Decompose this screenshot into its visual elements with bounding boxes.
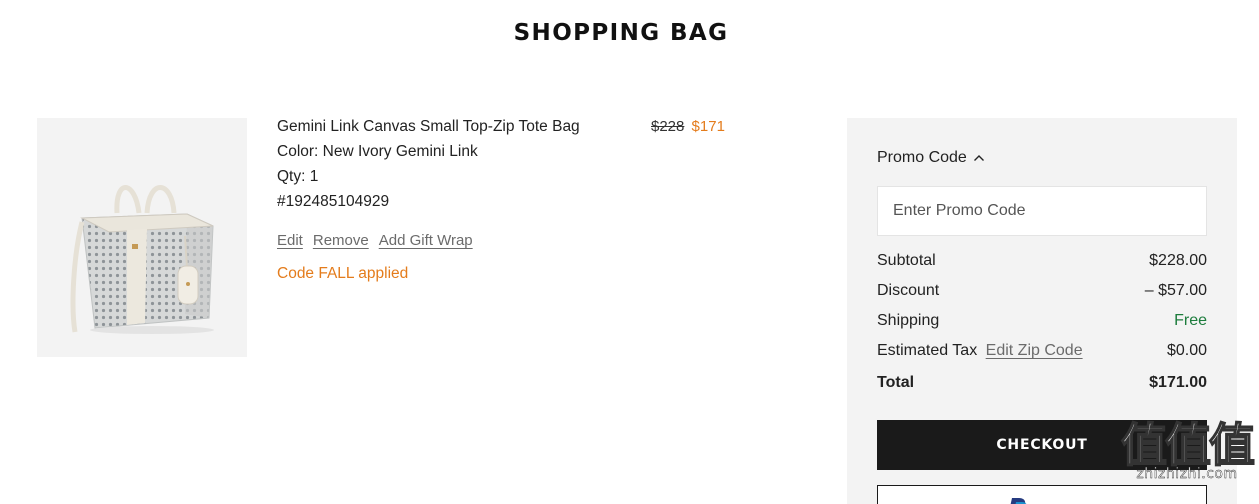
- shipping-label: Shipping: [877, 312, 940, 329]
- item-price: $228 $171: [651, 114, 725, 139]
- summary-rows: Subtotal $228.00 Discount – $57.00 Shipp…: [877, 247, 1207, 399]
- add-gift-wrap-link[interactable]: Add Gift Wrap: [379, 228, 473, 253]
- original-price: $228: [651, 118, 685, 135]
- discount-value: – $57.00: [1144, 282, 1207, 299]
- chevron-up-icon: [973, 155, 984, 161]
- shopping-bag-page: SHOPPING BAG Gemini Link Canvas Small To…: [0, 0, 1259, 504]
- checkout-button[interactable]: CHECKOUT: [877, 420, 1207, 470]
- page-title: SHOPPING BAG: [513, 20, 729, 46]
- discount-label: Discount: [877, 282, 940, 299]
- total-value: $171.00: [1149, 374, 1207, 391]
- subtotal-value: $228.00: [1149, 252, 1207, 269]
- discount-row: Discount – $57.00: [877, 277, 1207, 307]
- promo-code-label: Promo Code: [877, 149, 967, 166]
- product-image[interactable]: [37, 118, 247, 357]
- subtotal-row: Subtotal $228.00: [877, 247, 1207, 277]
- tax-label-group: Estimated Tax Edit Zip Code: [877, 337, 1083, 367]
- promo-code-toggle[interactable]: Promo Code: [877, 149, 985, 167]
- shipping-row: Shipping Free: [877, 307, 1207, 337]
- product-qty: Qty: 1: [277, 168, 319, 185]
- paypal-logo-icon: [1010, 498, 1027, 504]
- remove-link[interactable]: Remove: [313, 228, 369, 253]
- order-summary: Promo Code Subtotal $228.00 Discount – $…: [847, 118, 1237, 504]
- edit-link[interactable]: Edit: [277, 228, 303, 253]
- item-actions: Edit Remove Add Gift Wrap: [277, 228, 637, 253]
- tax-value: $0.00: [1166, 342, 1207, 359]
- total-row: Total $171.00: [877, 369, 1207, 399]
- tax-row: Estimated Tax Edit Zip Code $0.00: [877, 337, 1207, 367]
- promo-code-input[interactable]: [877, 186, 1207, 236]
- cart-item-details: Gemini Link Canvas Small Top-Zip Tote Ba…: [277, 114, 637, 286]
- paypal-button[interactable]: [877, 485, 1207, 504]
- product-name[interactable]: Gemini Link Canvas Small Top-Zip Tote Ba…: [277, 114, 637, 139]
- tote-bag-icon: [70, 185, 214, 334]
- product-color: Color: New Ivory Gemini Link: [277, 143, 478, 160]
- tax-label: Estimated Tax: [877, 342, 978, 359]
- product-sku: #192485104929: [277, 193, 390, 210]
- total-label: Total: [877, 374, 915, 391]
- subtotal-label: Subtotal: [877, 252, 936, 269]
- sale-price: $171: [691, 118, 725, 135]
- shipping-value: Free: [1174, 312, 1207, 329]
- promo-applied-message: Code FALL applied: [277, 265, 409, 282]
- edit-zip-code-link[interactable]: Edit Zip Code: [986, 342, 1083, 359]
